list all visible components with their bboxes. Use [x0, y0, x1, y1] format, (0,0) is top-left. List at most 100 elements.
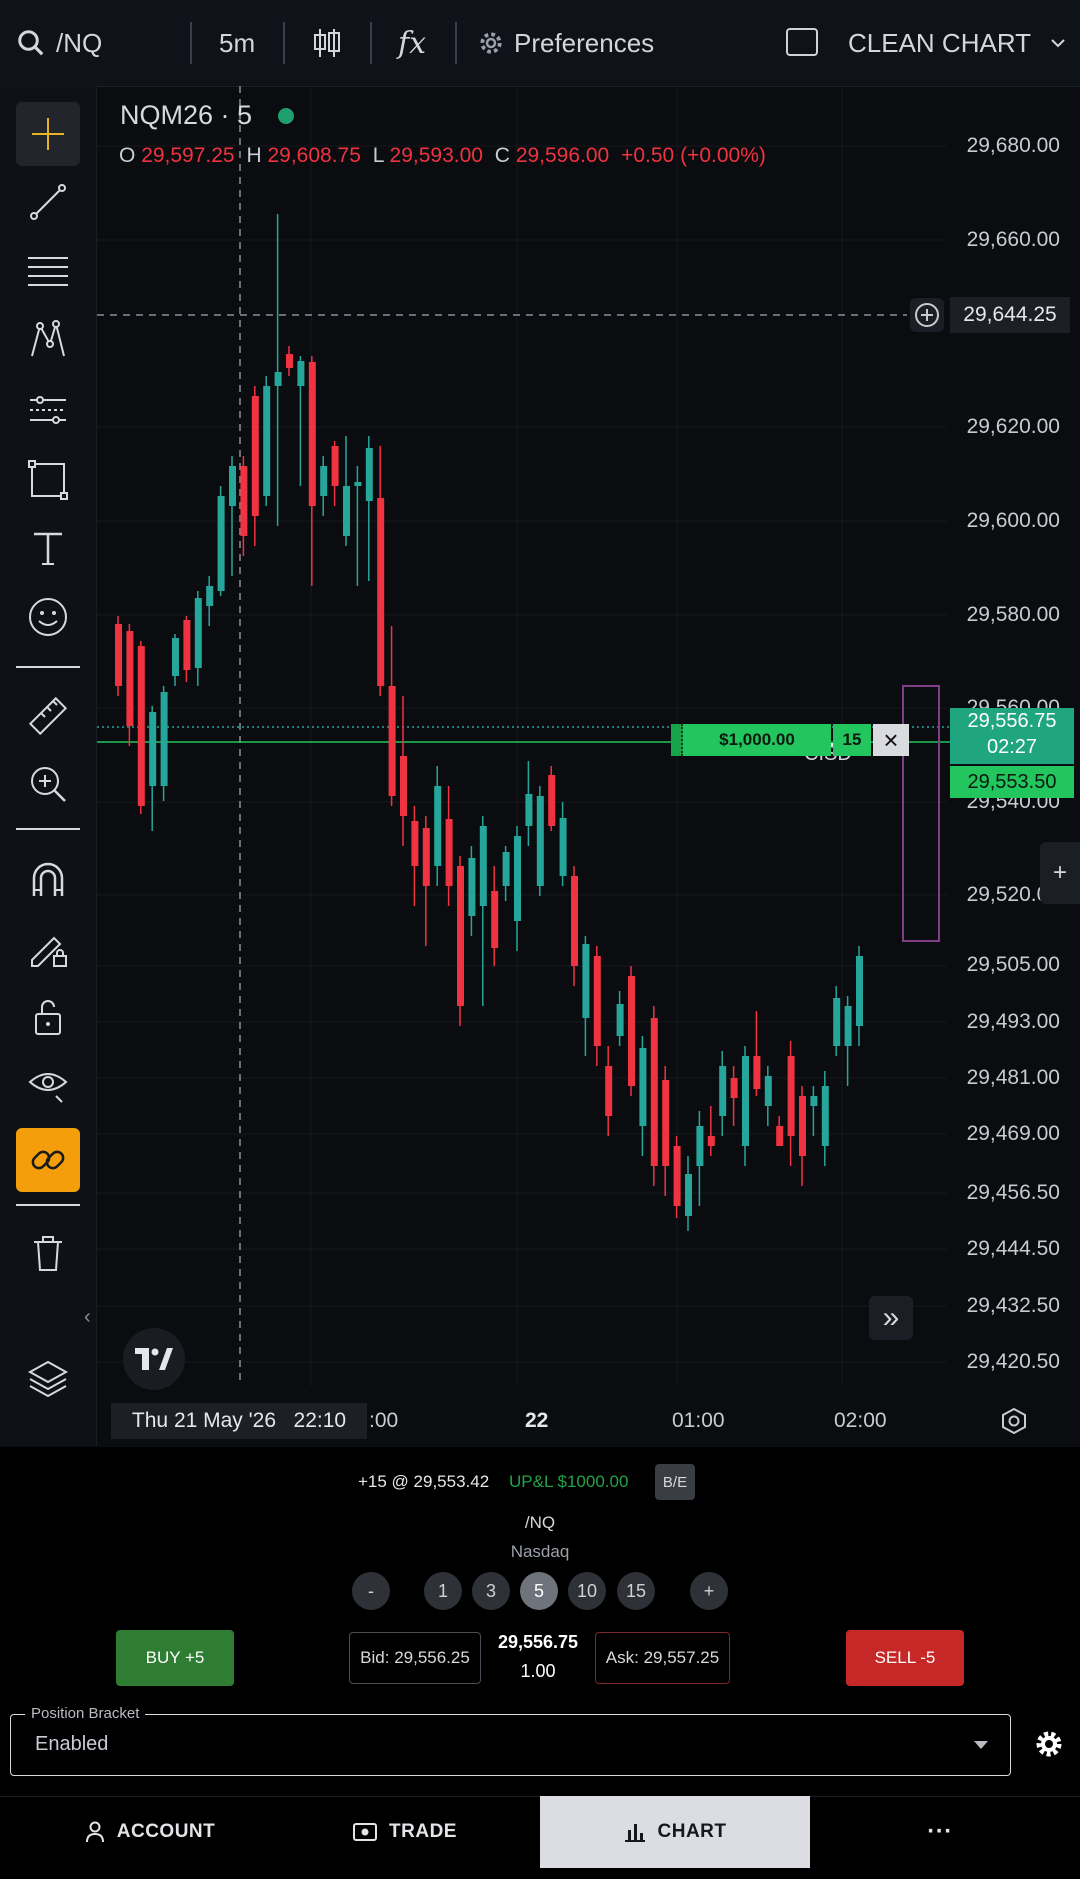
nav-trade[interactable]: TRADE: [300, 1796, 510, 1868]
interval-button[interactable]: 5m: [219, 0, 255, 86]
zoom-tool[interactable]: [16, 752, 80, 816]
qty-decrease-button[interactable]: -: [352, 1572, 390, 1610]
rectangle-tool[interactable]: [16, 448, 80, 512]
object-tree-button[interactable]: [16, 1346, 80, 1410]
candle-body: [308, 362, 316, 506]
candle-body: [673, 1146, 681, 1206]
indicators-button[interactable]: fx: [398, 0, 426, 86]
bracket-settings-button[interactable]: [1033, 1728, 1065, 1760]
candle-body: [274, 372, 282, 386]
side-add-button[interactable]: +: [1040, 842, 1080, 904]
pattern-tool[interactable]: [16, 308, 80, 372]
candle-body: [468, 858, 476, 916]
crosshair-tool[interactable]: [16, 102, 80, 166]
candle-body: [217, 496, 225, 591]
sell-button[interactable]: SELL -5: [846, 1630, 964, 1686]
qty-15-button[interactable]: 15: [617, 1572, 655, 1610]
candle-body: [719, 1066, 727, 1116]
candle-body: [457, 866, 464, 1006]
buy-button[interactable]: BUY +5: [116, 1630, 234, 1686]
chart-settings-button[interactable]: [999, 1406, 1029, 1436]
candle-body: [730, 1078, 738, 1098]
qty-increase-button[interactable]: +: [690, 1572, 728, 1610]
trendline-icon: [30, 184, 66, 220]
candle-body: [377, 498, 385, 686]
candle-body: [753, 1056, 761, 1089]
candle-body: [411, 821, 419, 866]
clean-chart-label: CLEAN CHART: [848, 27, 1032, 58]
dropdown-caret-icon: [974, 1741, 988, 1749]
candle-body: [628, 976, 635, 1086]
ask-price-button[interactable]: Ask: 29,557.25: [595, 1632, 730, 1684]
time-axis-label: 22: [525, 1409, 549, 1432]
price-axis-label: 29,493.00: [966, 1010, 1060, 1033]
qty-5-button[interactable]: 5: [520, 1572, 558, 1610]
qty-10-button[interactable]: 10: [568, 1572, 606, 1610]
close-label: C: [494, 144, 510, 167]
price-axis-label: 29,680.00: [966, 134, 1060, 157]
stay-drawing-tool[interactable]: [16, 916, 80, 980]
chart-pane[interactable]: NQM26 · 5 O 29,597.25 H 29,608.75 L 29,5…: [97, 86, 1080, 1446]
instrument-exchange: Nasdaq: [510, 1542, 570, 1561]
add-alert-button[interactable]: [910, 298, 944, 332]
horizontal-lines-icon: [28, 257, 68, 286]
trendline-tool[interactable]: [16, 170, 80, 234]
candle-body: [821, 1086, 829, 1146]
collapse-toolbar-button[interactable]: ‹: [84, 1306, 91, 1329]
candle-body: [422, 828, 430, 886]
nav-chart[interactable]: CHART: [540, 1796, 810, 1868]
close-position-button[interactable]: ×: [873, 724, 909, 756]
candle-body: [548, 775, 556, 826]
candle-body: [616, 1004, 624, 1036]
eye-icon: [28, 1073, 68, 1103]
price-axis-label: 29,620.00: [966, 415, 1060, 438]
series-legend: NQM26 · 5: [120, 100, 295, 131]
nav-account-label: ACCOUNT: [116, 1821, 216, 1842]
position-price-label: 29,553.50: [950, 766, 1074, 798]
low-value: 29,593.00: [389, 144, 483, 167]
preferences-button[interactable]: Preferences: [476, 0, 654, 86]
qty-1-button[interactable]: 1: [424, 1572, 462, 1610]
drag-handle[interactable]: [671, 724, 683, 756]
clean-chart-checkbox[interactable]: [786, 28, 818, 56]
qty-3-button[interactable]: 3: [472, 1572, 510, 1610]
time-axis-label: 02:00: [834, 1409, 887, 1432]
breakeven-button[interactable]: B/E: [655, 1464, 695, 1500]
emoji-tool[interactable]: [16, 585, 80, 649]
position-line-label[interactable]: $1,000.00 15 ×: [671, 724, 909, 756]
candle-body: [514, 836, 521, 921]
bid-price-button[interactable]: Bid: 29,556.25: [349, 1632, 481, 1684]
last-trade-price: 29,556.75: [497, 1632, 579, 1652]
candle-body: [160, 692, 168, 786]
fib-tool[interactable]: [16, 238, 80, 302]
time-axis-label: 01:00: [672, 1409, 725, 1432]
chart-type-button[interactable]: [312, 0, 342, 86]
delete-drawings-tool[interactable]: [16, 1220, 80, 1284]
scroll-to-realtime-button[interactable]: »: [869, 1296, 913, 1340]
magnet-tool[interactable]: [16, 848, 80, 912]
candle-body: [639, 1048, 647, 1126]
hide-drawings-tool[interactable]: [16, 1052, 80, 1116]
sync-drawings-tool[interactable]: [16, 1128, 80, 1192]
candlestick-chart[interactable]: [97, 86, 1080, 1446]
lock-drawings-tool[interactable]: [16, 984, 80, 1048]
link-icon: [31, 1150, 65, 1170]
position-bracket-select[interactable]: Position Bracket Enabled: [10, 1705, 1011, 1776]
measure-tool[interactable]: [16, 684, 80, 748]
candle-body: [320, 466, 328, 496]
tradingview-logo[interactable]: [123, 1328, 185, 1390]
candle-body: [434, 786, 442, 866]
crosshair-time-label: Thu 21 May '26 22:10: [111, 1403, 367, 1439]
symbol-search[interactable]: /NQ: [16, 0, 102, 86]
text-tool[interactable]: [16, 516, 80, 580]
chevron-down-icon[interactable]: [1050, 0, 1066, 86]
divider: [190, 22, 192, 64]
nav-account[interactable]: ACCOUNT: [40, 1796, 260, 1868]
price-axis-label: 29,456.50: [966, 1181, 1060, 1204]
nav-more[interactable]: ···: [900, 1796, 980, 1868]
prediction-tool[interactable]: [16, 378, 80, 442]
price-axis-label: 29,660.00: [966, 228, 1060, 251]
price-axis-label: 29,481.00: [966, 1066, 1060, 1089]
candle-body: [491, 891, 499, 948]
zoom-in-icon: [31, 767, 66, 802]
